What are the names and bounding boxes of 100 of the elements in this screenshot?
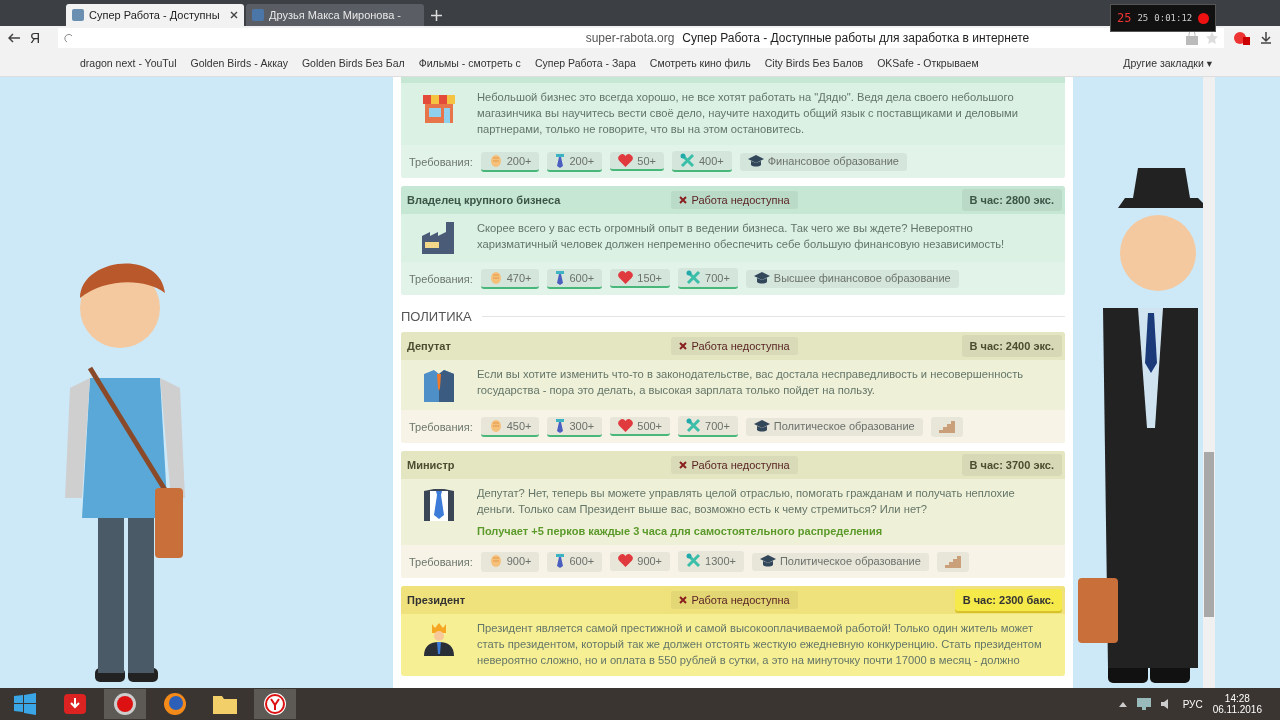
download-app-icon xyxy=(64,694,86,714)
chevron-up-icon[interactable] xyxy=(1118,701,1127,707)
bookmark-link[interactable]: Golden Birds - Аккау xyxy=(190,57,288,69)
cross-icon xyxy=(679,461,688,469)
reload-icon[interactable] xyxy=(64,33,74,43)
clock-time: 14:28 xyxy=(1224,693,1250,704)
stairs-icon xyxy=(938,418,955,433)
salary-label: В час: 2800 экс. xyxy=(961,189,1062,211)
requirement-badge: 50+ xyxy=(610,152,664,171)
cross-icon xyxy=(679,596,688,604)
requirements-label: Требования: xyxy=(409,420,473,433)
requirement-badge: 300+ xyxy=(547,416,603,437)
record-icon[interactable] xyxy=(1198,12,1209,24)
requirement-badge: Финансовое образование xyxy=(739,152,907,171)
plus-icon xyxy=(430,9,442,21)
requirements-label: Требования: xyxy=(409,272,473,285)
tools-icon xyxy=(686,553,702,568)
suit-jacket-icon xyxy=(422,368,456,402)
graduation-cap-icon xyxy=(759,554,776,567)
requirement-badge: 600+ xyxy=(547,268,603,289)
job-status: Работа недоступна xyxy=(671,191,798,209)
folder-icon xyxy=(213,694,237,714)
close-icon[interactable] xyxy=(230,11,238,19)
heart-icon xyxy=(618,271,634,284)
heart-icon xyxy=(618,419,634,432)
requirement-badge: 200+ xyxy=(480,151,540,172)
graduation-cap-icon xyxy=(747,154,764,167)
frame-counter: 25 xyxy=(1137,13,1149,23)
job-title: Президент xyxy=(407,594,467,606)
job-description: Депутат? Нет, теперь вы можете управлять целой отраслью, помогать гражданам и получать неплохие деньги. Только сам Президент выше вас, возможно есть к чему стремиться? Или нет? xyxy=(477,486,1016,517)
windows-logo-icon xyxy=(14,693,36,715)
job-description: Небольшой бизнес это всегда хорошо, не все хотят работать на "Дядю". Ведя дела своего небольшого магазинчика вы научитесь вести своё дело, научите находить общий язык с поставщиками и деловыми партнерами, только не говорите, что вы на этом остановитесь. xyxy=(477,90,1020,137)
job-description: Президент является самой престижной и самой высокооплачиваемой работой! Только один житель может стать президентом, который так же должен отстоять жесткую ежедневную конкуренцию. Стать президентом невероятно сложно, но и оплата в 550 рублей в сутки, а это на минуточку почти 17000 в месяц - должно xyxy=(477,621,1043,668)
job-title: Владелец крупного бизнеса xyxy=(407,194,562,206)
url-text: super-rabota.org xyxy=(585,31,675,45)
scrollbar-thumb[interactable] xyxy=(1204,452,1214,617)
factory-icon xyxy=(422,222,456,254)
job-status: Работа недоступна xyxy=(671,591,798,609)
star-icon[interactable] xyxy=(1206,32,1218,44)
heart-icon xyxy=(618,554,634,567)
y-circle-icon xyxy=(263,692,287,716)
download-icon[interactable] xyxy=(1260,32,1272,44)
bookmark-link[interactable]: Фильмы - смотреть с xyxy=(418,57,521,69)
requirements-label: Требования: xyxy=(409,155,473,168)
requirement-badge: 500+ xyxy=(610,417,671,436)
tools-icon xyxy=(679,153,695,168)
record-button-icon xyxy=(113,692,137,716)
taskbar-app[interactable] xyxy=(104,689,146,719)
job-description: Если вы хотите изменить что-то в законодательстве, вас достала несправедливость и несовершенность государства - пора это делать, а высокая зарплата только пойдет на пользу. xyxy=(477,367,1025,398)
other-bookmarks-menu[interactable]: Другие закладки ▾ xyxy=(1123,57,1212,69)
clock[interactable]: 14:28 06.11.2016 xyxy=(1212,693,1262,715)
bookmark-link[interactable]: dragon next - YouTul xyxy=(80,57,177,69)
taskbar-app[interactable] xyxy=(254,689,296,719)
job-title: Министр xyxy=(407,459,456,471)
shirt-and-tie-icon xyxy=(422,487,456,521)
requirement-badge: 900+ xyxy=(610,552,671,571)
tie-icon xyxy=(555,553,566,568)
graduation-cap-icon xyxy=(753,271,770,284)
browser-tab[interactable]: Супер Работа - Доступны xyxy=(66,4,244,26)
graduation-cap-icon xyxy=(753,419,770,432)
requirement-badge: 150+ xyxy=(610,269,671,288)
salary-label: В час: 2300 бакс. xyxy=(954,589,1062,611)
extension-icon[interactable] xyxy=(1234,31,1250,45)
browser-logo[interactable]: Я xyxy=(30,30,48,46)
address-bar[interactable]: super-rabota.org Супер Работа - Доступные работы для заработка в интернете xyxy=(58,28,1224,48)
browser-globe-icon xyxy=(163,692,187,716)
bookmark-link[interactable]: OKSafe - Открываем xyxy=(877,57,979,69)
job-title: Депутат xyxy=(407,340,452,352)
tools-icon xyxy=(686,270,702,285)
bookmark-link[interactable]: Супер Работа - Зара xyxy=(534,57,636,69)
clock-date: 06.11.2016 xyxy=(1212,704,1262,715)
person-with-crown-icon xyxy=(422,622,456,656)
lock-icon xyxy=(1186,31,1198,45)
bookmark-link[interactable]: Смотреть кино филь xyxy=(649,57,751,69)
job-description: Скорее всего у вас есть огромный опыт в ведении бизнеса. Так чего же вы ждете? Невероятно харизматичный человек должен непременно обеспечить себе большую финансовую независимость! xyxy=(477,221,1006,252)
requirement-badge: 450+ xyxy=(480,416,540,437)
browser-tab[interactable]: Друзья Макса Миронова - xyxy=(246,4,424,26)
requirement-badge: 600+ xyxy=(547,551,603,572)
back-arrow-icon[interactable] xyxy=(8,33,20,43)
fps-counter: 25 xyxy=(1117,11,1132,25)
requirement-badge: Высшее финансовое образование xyxy=(745,269,959,288)
bookmark-link[interactable]: City Birds Без Балов xyxy=(764,57,864,69)
requirement-badge: Политическое образование xyxy=(745,417,923,436)
requirement-badge: 470+ xyxy=(480,268,540,289)
network-icon[interactable] xyxy=(1136,698,1151,710)
tie-icon xyxy=(555,270,566,285)
requirement-badge: 700+ xyxy=(678,268,738,289)
requirement-badge: 1300+ xyxy=(678,551,744,572)
tools-icon xyxy=(686,418,702,433)
requirement-badge: 700+ xyxy=(678,416,738,437)
job-status: Работа недоступна xyxy=(671,337,798,355)
page-title: Супер Работа - Доступные работы для заработка в интернете xyxy=(682,31,1031,45)
requirement-badge: 900+ xyxy=(480,551,540,572)
tie-icon xyxy=(555,418,566,433)
favicon-icon xyxy=(252,9,264,21)
language-indicator[interactable]: РУС xyxy=(1182,698,1203,710)
cross-icon xyxy=(679,342,688,350)
bookmark-link[interactable]: Golden Birds Без Бал xyxy=(301,57,405,69)
salary-label: В час: 2400 экс. xyxy=(961,335,1062,357)
requirement-badge: 200+ xyxy=(547,151,603,172)
